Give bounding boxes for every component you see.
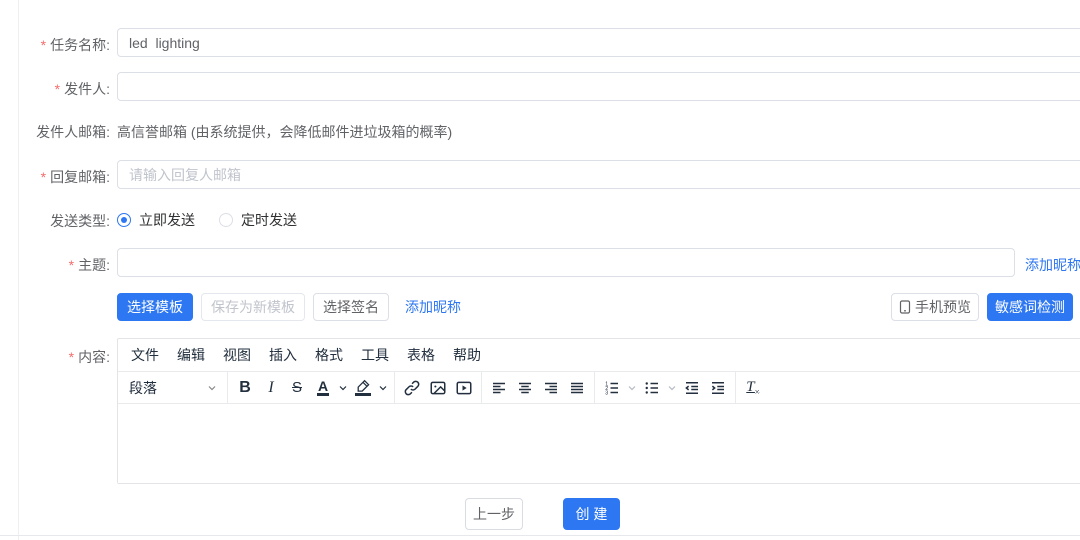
- align-center-icon[interactable]: [512, 375, 538, 401]
- align-left-icon[interactable]: [486, 375, 512, 401]
- radio-send-immediately[interactable]: 立即发送: [117, 210, 195, 230]
- chevron-down-icon: [207, 383, 217, 393]
- unordered-list-icon[interactable]: [639, 375, 665, 401]
- sender-label: *发件人:: [0, 79, 110, 99]
- reply-email-label: *回复邮箱:: [0, 167, 110, 187]
- editor-toolbar: 段落 B I S A: [118, 371, 1080, 404]
- required-asterisk: *: [55, 81, 60, 97]
- menu-tools[interactable]: 工具: [352, 345, 398, 365]
- subject-input[interactable]: [117, 248, 1015, 277]
- template-actions-row: 选择模板 保存为新模板 选择签名 添加昵称: [117, 293, 461, 321]
- outdent-icon[interactable]: [679, 375, 705, 401]
- toolbar-separator: [594, 372, 595, 403]
- menu-format[interactable]: 格式: [306, 345, 352, 365]
- phone-preview-button[interactable]: 手机预览: [891, 293, 979, 321]
- menu-help[interactable]: 帮助: [444, 345, 490, 365]
- highlight-color-chevron-icon[interactable]: [376, 375, 390, 401]
- toolbar-separator: [481, 372, 482, 403]
- task-name-label: *任务名称:: [0, 35, 110, 55]
- align-right-icon[interactable]: [538, 375, 564, 401]
- required-asterisk: *: [69, 349, 74, 365]
- preview-check-actions: 手机预览 敏感词检测 i: [891, 293, 1080, 321]
- sensitive-word-check-button[interactable]: 敏感词检测: [987, 293, 1073, 321]
- sender-email-value: 高信誉邮箱 (由系统提供，会降低邮件进垃圾箱的概率): [117, 122, 452, 142]
- text-color-icon[interactable]: A: [310, 375, 336, 401]
- phone-icon: [899, 300, 911, 314]
- required-asterisk: *: [41, 169, 46, 185]
- menu-insert[interactable]: 插入: [260, 345, 306, 365]
- svg-text:3: 3: [605, 390, 608, 396]
- paragraph-format-dropdown[interactable]: 段落: [123, 375, 223, 401]
- bottom-divider: [0, 535, 1080, 536]
- send-type-radio-group: 立即发送 定时发送: [117, 210, 297, 230]
- radio-selected-icon[interactable]: [117, 213, 131, 227]
- toolbar-separator: [394, 372, 395, 403]
- email-task-create-page: { "form": { "task_name": { "required_mar…: [0, 0, 1080, 540]
- required-asterisk: *: [69, 257, 74, 273]
- indent-icon[interactable]: [705, 375, 731, 401]
- add-nickname-link[interactable]: 添加昵称: [405, 297, 461, 317]
- italic-icon[interactable]: I: [258, 375, 284, 401]
- highlight-color-icon[interactable]: [350, 375, 376, 401]
- task-name-input[interactable]: [117, 28, 1080, 57]
- previous-step-button[interactable]: 上一步: [465, 498, 523, 530]
- editor-menubar: 文件 编辑 视图 插入 格式 工具 表格 帮助: [118, 339, 1080, 371]
- menu-view[interactable]: 视图: [214, 345, 260, 365]
- rich-text-editor: 文件 编辑 视图 插入 格式 工具 表格 帮助 段落 B I S A: [117, 338, 1080, 484]
- bold-icon[interactable]: B: [232, 375, 258, 401]
- radio-label: 定时发送: [241, 210, 297, 230]
- sender-input[interactable]: [117, 72, 1080, 101]
- save-as-new-template-button[interactable]: 保存为新模板: [201, 293, 305, 321]
- image-icon[interactable]: [425, 375, 451, 401]
- create-button[interactable]: 创 建: [563, 498, 620, 530]
- strikethrough-icon[interactable]: S: [284, 375, 310, 401]
- sender-email-label: 发件人邮箱:: [0, 122, 110, 142]
- select-signature-button[interactable]: 选择签名: [313, 293, 389, 321]
- media-icon[interactable]: [451, 375, 477, 401]
- select-template-button[interactable]: 选择模板: [117, 293, 193, 321]
- toolbar-separator: [227, 372, 228, 403]
- editor-content-area[interactable]: [118, 404, 1080, 483]
- menu-edit[interactable]: 编辑: [168, 345, 214, 365]
- menu-file[interactable]: 文件: [122, 345, 168, 365]
- ordered-list-icon[interactable]: 123: [599, 375, 625, 401]
- radio-send-scheduled[interactable]: 定时发送: [219, 210, 297, 230]
- subject-label: *主题:: [0, 255, 110, 275]
- text-color-chevron-icon[interactable]: [336, 375, 350, 401]
- send-type-label: 发送类型:: [0, 211, 110, 231]
- link-icon[interactable]: [399, 375, 425, 401]
- unordered-list-chevron-icon[interactable]: [665, 375, 679, 401]
- clear-formatting-icon[interactable]: T×: [740, 375, 766, 401]
- ordered-list-chevron-icon[interactable]: [625, 375, 639, 401]
- required-asterisk: *: [41, 37, 46, 53]
- reply-email-input[interactable]: [117, 160, 1080, 189]
- radio-label: 立即发送: [139, 210, 195, 230]
- align-justify-icon[interactable]: [564, 375, 590, 401]
- content-label: *内容:: [0, 347, 110, 367]
- menu-table[interactable]: 表格: [398, 345, 444, 365]
- radio-unselected-icon[interactable]: [219, 213, 233, 227]
- toolbar-separator: [735, 372, 736, 403]
- subject-add-nickname-link[interactable]: 添加昵称: [1025, 255, 1080, 275]
